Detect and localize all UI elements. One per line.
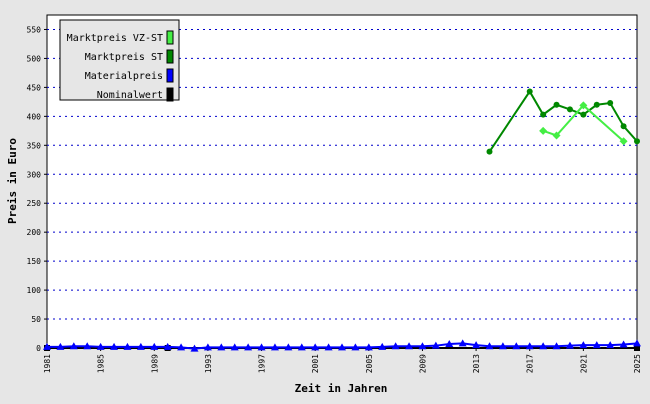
y-tick-label: 100 [27, 286, 42, 295]
x-tick-label: 2017 [526, 354, 535, 373]
y-tick-label: 250 [27, 199, 42, 208]
x-tick-label: 1993 [204, 354, 213, 373]
y-tick-label: 550 [27, 25, 42, 34]
data-point [593, 101, 600, 108]
chart: 0 50 100 150 200 250 300 350 400 450 500 550 1981 198… [0, 0, 650, 400]
data-point [553, 101, 560, 108]
data-point [634, 138, 640, 145]
legend-swatch [166, 49, 174, 64]
data-point [580, 111, 587, 118]
x-tick-label: 1981 [43, 354, 52, 373]
legend: Marktpreis VZ-ST Marktpreis ST Materialpre… [59, 19, 180, 102]
x-tick-label: 1989 [150, 354, 159, 373]
x-axis-label: Zeit in Jahren [295, 382, 388, 395]
legend-label: Materialpreis [85, 71, 163, 82]
legend-label: Marktpreis ST [85, 52, 163, 63]
y-tick-label: 400 [27, 112, 42, 121]
x-tick-label: 2009 [418, 354, 427, 373]
chart-svg: 0 50 100 150 200 250 300 350 400 450 500 550 1981 198… [0, 0, 650, 400]
x-tick-label: 2021 [579, 354, 588, 373]
data-point [566, 106, 573, 113]
x-tick-label: 2005 [365, 354, 374, 373]
legend-label: Marktpreis VZ-ST [67, 33, 163, 44]
data-point [486, 148, 493, 155]
data-point [540, 111, 547, 118]
y-tick-label: 0 [36, 344, 41, 353]
y-tick-label: 500 [27, 54, 42, 63]
data-point [526, 88, 533, 95]
x-tick-label: 2013 [472, 354, 481, 373]
x-tick-label: 1985 [97, 354, 106, 373]
y-tick-label: 350 [27, 141, 42, 150]
y-tick-label: 450 [27, 83, 42, 92]
y-tick-label: 200 [27, 228, 42, 237]
x-tick-label: 2025 [633, 354, 642, 373]
legend-swatch [166, 68, 174, 83]
data-point [607, 100, 614, 107]
y-tick-label: 50 [31, 315, 41, 324]
legend-swatch [166, 87, 174, 102]
y-tick-label: 150 [27, 257, 42, 266]
legend-swatch [166, 30, 174, 45]
x-tick-label: 2001 [311, 354, 320, 373]
legend-label: Nominalwert [97, 90, 163, 101]
data-point [620, 123, 627, 130]
y-tick-label: 300 [27, 170, 42, 179]
x-tick-label: 1997 [258, 354, 267, 373]
y-axis-label: Preis in Euro [6, 138, 19, 224]
